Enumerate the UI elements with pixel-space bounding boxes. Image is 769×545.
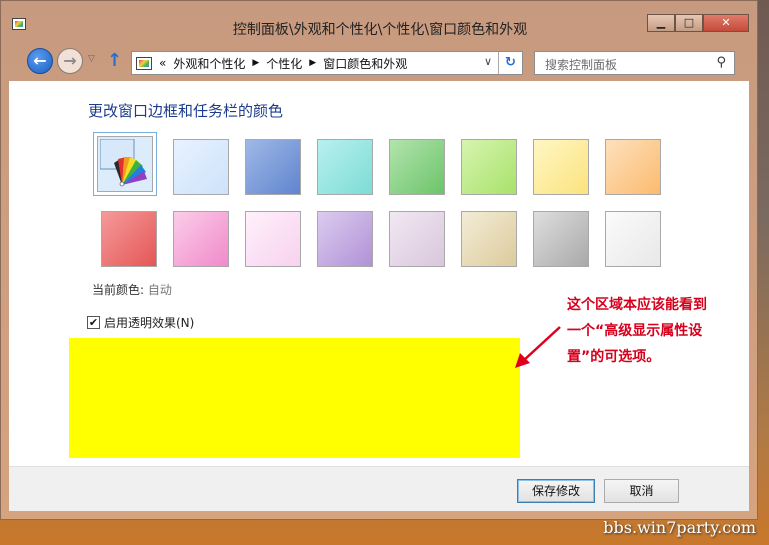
content-panel: 更改窗口边框和任务栏的颜色 当前颜色: 自动 ✔ 启用透明效果(N) 这个区域本… <box>9 81 749 466</box>
breadcrumb-personalization[interactable]: 个性化 <box>266 55 302 72</box>
search-icon[interactable]: ⚲ <box>716 55 726 70</box>
swatch-leaf[interactable] <box>389 139 445 195</box>
swatch-blush[interactable] <box>101 211 157 267</box>
current-color-label: 当前颜色: <box>92 283 145 297</box>
window-title: 控制面板\外观和个性化\个性化\窗口颜色和外观 <box>232 22 528 38</box>
annotation-text: 这个区域本应该能看到 一个“高级显示属性设 置”的可选项。 <box>567 292 742 370</box>
swatch-sun[interactable] <box>533 139 589 195</box>
cancel-button[interactable]: 取消 <box>604 479 679 503</box>
swatch-pumpkin[interactable] <box>605 139 661 195</box>
annotation-line: 这个区域本应该能看到 <box>567 297 707 313</box>
color-palette-icon <box>100 139 147 187</box>
swatch-custom-palette[interactable] <box>93 132 157 196</box>
save-button[interactable]: 保存修改 <box>517 479 595 503</box>
forward-button[interactable]: → <box>57 48 83 74</box>
control-panel-icon <box>136 56 152 70</box>
current-color-row: 当前颜色: 自动 <box>92 281 172 298</box>
swatch-sea-foam[interactable] <box>317 139 373 195</box>
close-button[interactable]: ✕ <box>703 14 749 32</box>
minimize-button[interactable]: ▁ <box>647 14 675 32</box>
breadcrumb-separator-icon[interactable]: ▶ <box>252 58 259 68</box>
window-controls: ▁ □ ✕ <box>647 14 749 32</box>
address-dropdown-icon[interactable]: ∨ <box>484 55 492 68</box>
transparency-option[interactable]: ✔ 启用透明效果(N) <box>87 314 194 331</box>
swatch-sky[interactable] <box>173 139 229 195</box>
breadcrumb-window-color[interactable]: 窗口颜色和外观 <box>323 55 407 72</box>
swatch-violet[interactable] <box>173 211 229 267</box>
page-heading: 更改窗口边框和任务栏的颜色 <box>88 102 284 120</box>
search-placeholder: 搜索控制面板 <box>545 58 618 72</box>
refresh-button[interactable]: ↻ <box>498 52 522 74</box>
swatch-frost[interactable] <box>605 211 661 267</box>
navigation-bar: ← → ▽ ↑ « 外观和个性化 ▶ 个性化 ▶ 窗口颜色和外观 ∨ ↻ 搜索控… <box>21 45 749 81</box>
transparency-label[interactable]: 启用透明效果(N) <box>104 314 194 331</box>
title-bar[interactable]: 控制面板\外观和个性化\个性化\窗口颜色和外观 ▁ □ ✕ <box>1 1 759 38</box>
breadcrumb-separator-icon[interactable]: ▶ <box>309 58 316 68</box>
transparency-checkbox[interactable]: ✔ <box>87 316 100 329</box>
swatch-taupe[interactable] <box>317 211 373 267</box>
breadcrumb-appearance[interactable]: 外观和个性化 <box>173 55 245 72</box>
address-bar[interactable]: « 外观和个性化 ▶ 个性化 ▶ 窗口颜色和外观 ∨ ↻ <box>131 51 523 75</box>
recent-locations-dropdown[interactable]: ▽ <box>88 54 95 64</box>
up-level-button[interactable]: ↑ <box>107 50 122 71</box>
button-bar: 保存修改 取消 <box>9 466 749 511</box>
annotation-line: 一个“高级显示属性设 <box>567 323 703 339</box>
swatch-slate[interactable] <box>461 211 517 267</box>
swatch-twilight[interactable] <box>245 139 301 195</box>
maximize-button[interactable]: □ <box>675 14 703 32</box>
swatch-fog[interactable] <box>533 211 589 267</box>
search-input[interactable]: 搜索控制面板 ⚲ <box>534 51 735 75</box>
swatch-lavender[interactable] <box>245 211 301 267</box>
swatch-chocolate[interactable] <box>389 211 445 267</box>
swatch-lime[interactable] <box>461 139 517 195</box>
breadcrumb-overflow[interactable]: « <box>159 56 166 70</box>
annotation-line: 置”的可选项。 <box>567 349 661 365</box>
back-button[interactable]: ← <box>27 48 53 74</box>
current-color-value: 自动 <box>147 283 172 297</box>
watermark: bbs.win7party.com <box>603 518 756 537</box>
highlight-box <box>69 338 520 458</box>
